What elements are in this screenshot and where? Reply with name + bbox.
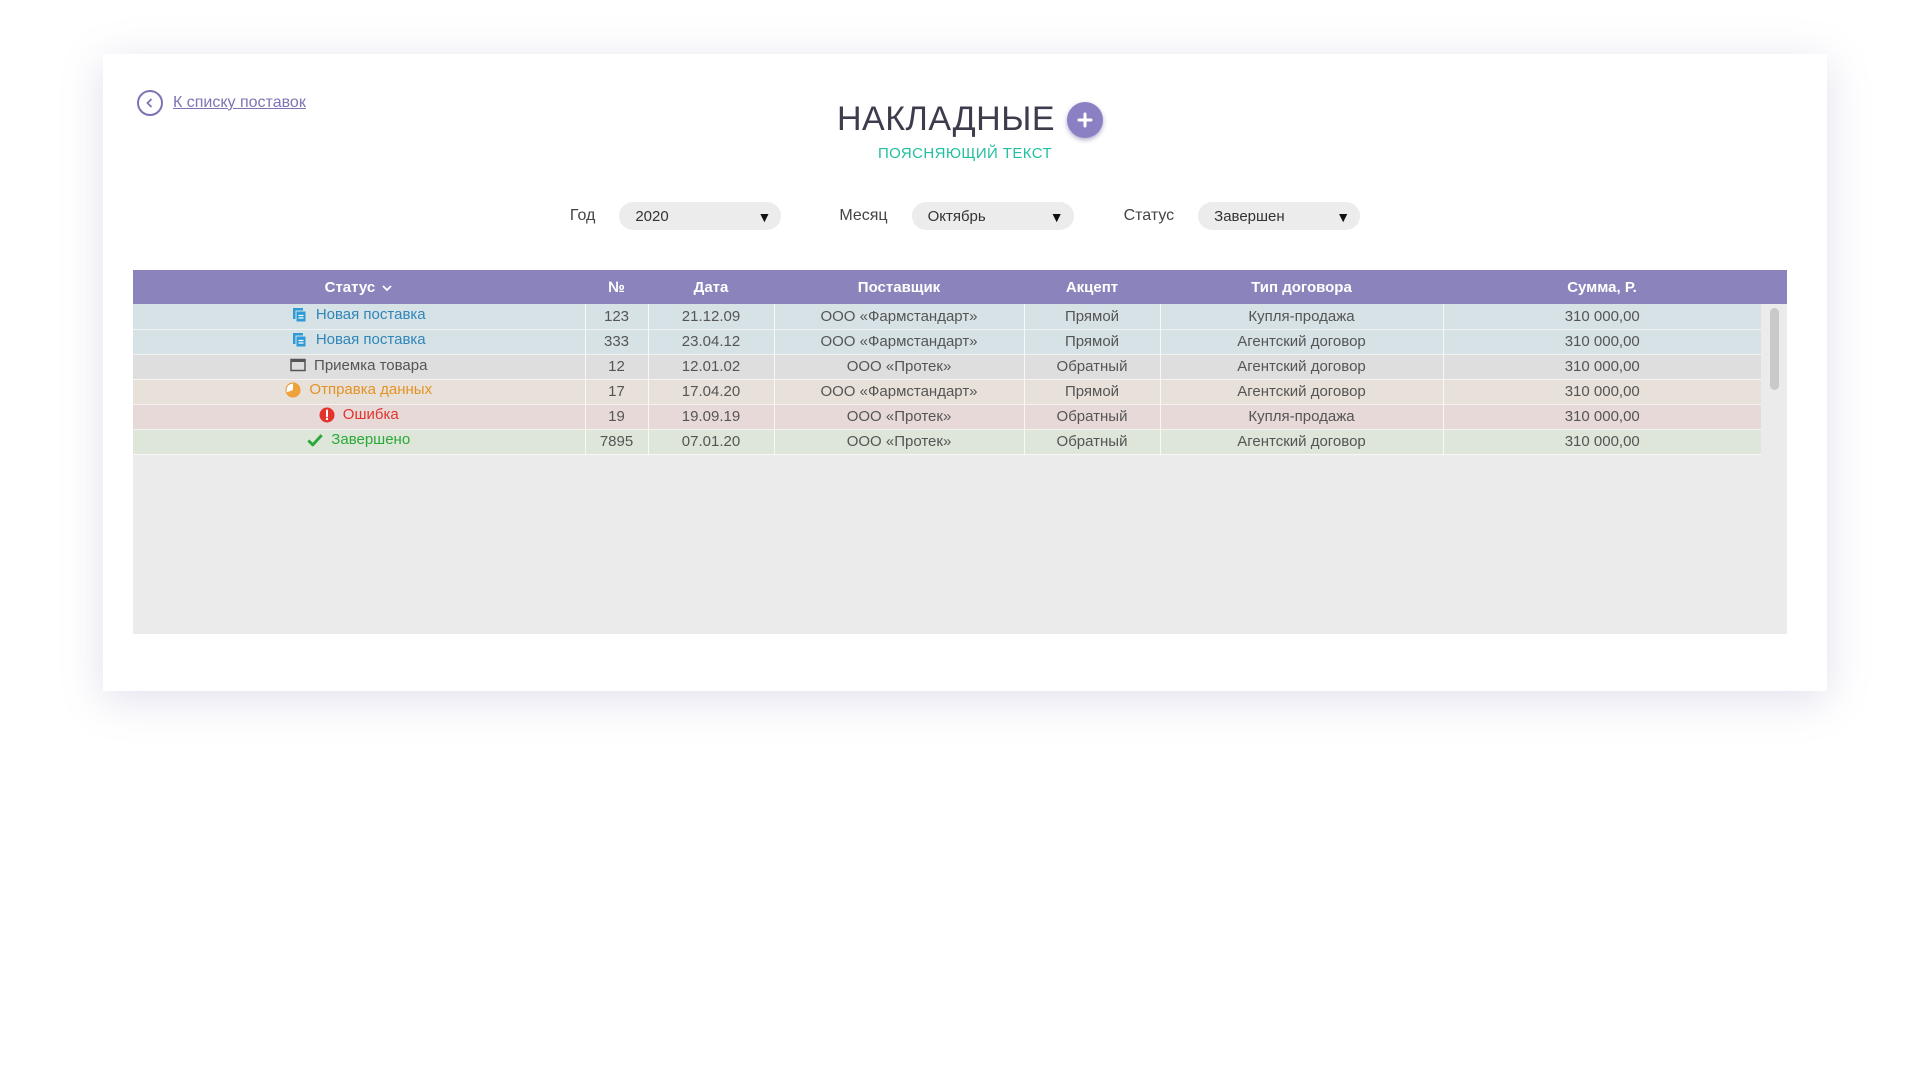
table-row[interactable]: Новая поставка 123 21.12.09 ООО «Фармста…: [133, 304, 1761, 330]
status-cell: Завершено: [133, 429, 586, 455]
col-header-supplier[interactable]: Поставщик: [774, 270, 1024, 304]
checkmark-icon: [307, 432, 324, 448]
invoices-table-container: Статус № Дата Поставщик Акцепт Тип догов…: [133, 270, 1787, 634]
col-header-date[interactable]: Дата: [648, 270, 774, 304]
supplier-cell: ООО «Фармстандарт»: [774, 379, 1025, 405]
col-header-number[interactable]: №: [585, 270, 648, 304]
number-cell: 123: [585, 304, 649, 330]
status-select[interactable]: Завершен ▼: [1198, 202, 1361, 230]
accept-cell: Прямой: [1024, 329, 1161, 355]
supplier-cell: ООО «Протек»: [774, 429, 1025, 455]
filters-bar: Год 2020 ▼ Месяц Октябрь ▼ Статус Заверш…: [103, 202, 1827, 230]
year-select-value: 2020: [635, 207, 669, 225]
window-icon: [290, 357, 306, 373]
supplier-cell: ООО «Фармстандарт»: [774, 329, 1025, 355]
month-select-value: Октябрь: [927, 207, 986, 225]
date-cell: 19.09.19: [648, 404, 775, 430]
number-cell: 7895: [585, 429, 649, 455]
table-row[interactable]: Завершено 7895 07.01.20 ООО «Протек» Обр…: [133, 429, 1761, 455]
supplier-cell: ООО «Протек»: [774, 354, 1025, 380]
col-header-status[interactable]: Статус: [133, 270, 585, 304]
page-header: НАКЛАДНЫЕ ПОЯСНЯЮЩИЙ ТЕКСТ: [103, 100, 1827, 162]
status-text: Новая поставка: [315, 306, 426, 323]
number-cell: 12: [585, 354, 649, 380]
status-cell: Отправка данных: [133, 379, 586, 405]
status-filter-label: Статус: [1123, 207, 1175, 224]
plus-icon: [1077, 112, 1093, 127]
status-filter: Статус Завершен ▼: [1124, 202, 1361, 230]
supplier-cell: ООО «Фармстандарт»: [774, 304, 1025, 330]
table-scrollbar[interactable]: [1770, 308, 1779, 390]
status-text: Приемка товара: [314, 356, 428, 374]
accept-cell: Обратный: [1024, 404, 1161, 430]
table-row[interactable]: Отправка данных 17 17.04.20 ООО «Фармста…: [133, 379, 1761, 405]
number-cell: 17: [585, 379, 649, 405]
sum-cell: 310 000,00: [1443, 379, 1761, 405]
date-cell: 23.04.12: [648, 329, 775, 355]
year-select[interactable]: 2020 ▼: [619, 202, 782, 230]
status-cell: Новая поставка: [133, 304, 586, 330]
date-cell: 07.01.20: [648, 429, 775, 455]
sum-cell: 310 000,00: [1443, 354, 1761, 380]
accept-cell: Обратный: [1024, 354, 1161, 380]
invoices-card: К списку поставок НАКЛАДНЫЕ ПОЯСНЯЮЩИЙ Т…: [103, 54, 1827, 691]
invoices-table: Статус № Дата Поставщик Акцепт Тип догов…: [133, 270, 1761, 455]
status-text: Новая поставка: [315, 331, 426, 349]
pie-progress-icon: [285, 382, 301, 398]
contract-type-cell: Агентский договор: [1160, 329, 1444, 355]
page-title: НАКЛАДНЫЕ: [836, 100, 1055, 138]
dropdown-arrow-icon: ▼: [1049, 209, 1064, 225]
status-cell: Ошибка: [133, 404, 586, 430]
document-copy-icon: [292, 332, 308, 348]
dropdown-arrow-icon: ▼: [1336, 209, 1351, 225]
contract-type-cell: Агентский договор: [1160, 354, 1444, 380]
document-copy-icon: [292, 307, 308, 323]
col-header-sum[interactable]: Сумма, Р.: [1443, 270, 1761, 304]
status-cell: Приемка товара: [133, 354, 586, 380]
status-cell: Новая поставка: [133, 329, 586, 355]
col-header-contract-type[interactable]: Тип договора: [1160, 270, 1443, 304]
page-subtitle: ПОЯСНЯЮЩИЙ ТЕКСТ: [877, 145, 1053, 162]
year-filter: Год 2020 ▼: [569, 202, 782, 230]
status-text: Ошибка: [342, 406, 399, 424]
number-cell: 19: [585, 404, 649, 430]
date-cell: 12.01.02: [648, 354, 775, 380]
accept-cell: Прямой: [1024, 304, 1161, 330]
contract-type-cell: Агентский договор: [1160, 429, 1444, 455]
contract-type-cell: Купля-продажа: [1160, 304, 1444, 330]
dropdown-arrow-icon: ▼: [757, 209, 772, 225]
col-header-accept[interactable]: Акцепт: [1024, 270, 1160, 304]
number-cell: 333: [585, 329, 649, 355]
chevron-down-icon: [382, 284, 392, 291]
status-text: Завершено: [331, 431, 411, 449]
month-filter: Месяц Октябрь ▼: [839, 202, 1074, 230]
accept-cell: Обратный: [1024, 429, 1161, 455]
sum-cell: 310 000,00: [1443, 329, 1761, 355]
month-select[interactable]: Октябрь ▼: [911, 202, 1074, 230]
contract-type-cell: Агентский договор: [1160, 379, 1444, 405]
supplier-cell: ООО «Протек»: [774, 404, 1025, 430]
date-cell: 17.04.20: [648, 379, 775, 405]
sum-cell: 310 000,00: [1443, 429, 1761, 455]
month-filter-label: Месяц: [839, 207, 888, 224]
table-row[interactable]: Новая поставка 333 23.04.12 ООО «Фармста…: [133, 329, 1761, 355]
sum-cell: 310 000,00: [1443, 304, 1761, 330]
accept-cell: Прямой: [1024, 379, 1161, 405]
table-row[interactable]: Приемка товара 12 12.01.02 ООО «Протек» …: [133, 354, 1761, 380]
contract-type-cell: Купля-продажа: [1160, 404, 1444, 430]
add-invoice-button[interactable]: [1067, 101, 1103, 138]
sum-cell: 310 000,00: [1443, 404, 1761, 430]
year-filter-label: Год: [569, 207, 596, 224]
status-select-value: Завершен: [1214, 207, 1285, 225]
table-row[interactable]: Ошибка 19 19.09.19 ООО «Протек» Обратный…: [133, 404, 1761, 430]
status-text: Отправка данных: [309, 381, 433, 399]
date-cell: 21.12.09: [648, 304, 775, 330]
table-header-row: Статус № Дата Поставщик Акцепт Тип догов…: [133, 270, 1761, 304]
exclamation-circle-icon: [319, 407, 335, 423]
